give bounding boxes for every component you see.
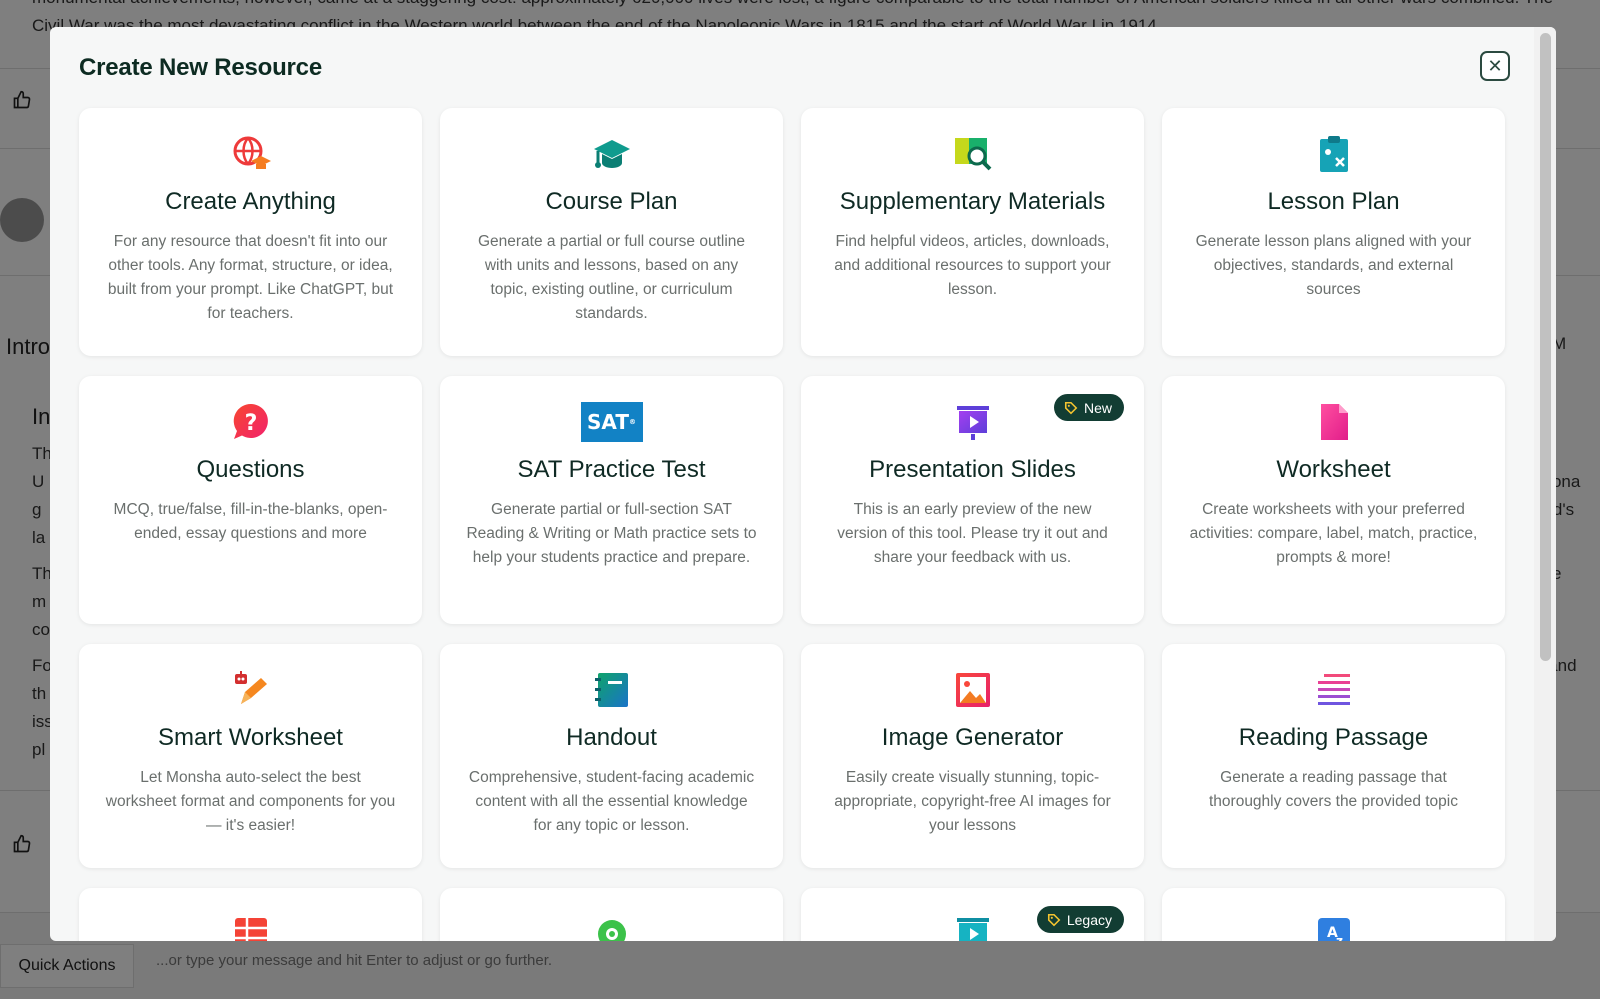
table-icon <box>231 914 271 941</box>
card-title: SAT Practice Test <box>517 456 706 483</box>
question-bubble-icon: ? <box>231 402 271 442</box>
modal-title: Create New Resource <box>79 54 322 81</box>
card-description: Create worksheets with your preferred ac… <box>1189 501 1478 566</box>
sat-logo-icon: SAT ® <box>580 402 643 442</box>
card-table-tool[interactable] <box>79 888 422 941</box>
create-resource-modal: Create New Resource ✕ Create Anything Fo… <box>50 27 1556 941</box>
graduation-cap-icon <box>592 134 632 174</box>
card-description: Generate a reading passage that thorough… <box>1208 769 1458 810</box>
legacy-badge: Legacy <box>1036 906 1124 933</box>
tag-icon <box>1064 401 1078 414</box>
card-description: Let Monsha auto-select the best workshee… <box>105 769 396 834</box>
scrollbar-thumb[interactable] <box>1540 33 1551 661</box>
card-description: Generate partial or full-section SAT Rea… <box>466 501 757 566</box>
card-smart-worksheet[interactable]: Smart Worksheet Let Monsha auto-select t… <box>79 644 422 868</box>
card-title: Questions <box>196 456 305 483</box>
card-handout[interactable]: Handout Comprehensive, student-facing ac… <box>440 644 783 868</box>
card-legacy-slides[interactable]: Legacy <box>801 888 1144 941</box>
card-title: Smart Worksheet <box>158 724 343 751</box>
card-course-plan[interactable]: Course Plan Generate a partial or full c… <box>440 108 783 356</box>
card-description: Easily create visually stunning, topic-a… <box>834 769 1111 834</box>
close-icon: ✕ <box>1487 55 1503 76</box>
card-presentation-slides[interactable]: New Presentation Slides This is an early… <box>801 376 1144 624</box>
card-description: Find helpful videos, articles, downloads… <box>834 233 1111 298</box>
card-lesson-plan[interactable]: Lesson Plan Generate lesson plans aligne… <box>1162 108 1505 356</box>
a-to-z-icon: Az <box>1314 914 1354 941</box>
card-description: Comprehensive, student-facing academic c… <box>468 769 755 834</box>
card-gear-tool[interactable] <box>440 888 783 941</box>
card-title: Supplementary Materials <box>839 188 1106 215</box>
card-description: MCQ, true/false, fill-in-the-blanks, ope… <box>113 501 388 542</box>
card-description: Generate lesson plans aligned with your … <box>1195 233 1472 298</box>
presentation-play-icon <box>953 402 993 442</box>
notebook-icon <box>592 670 632 710</box>
card-questions[interactable]: ? Questions MCQ, true/false, fill-in-the… <box>79 376 422 624</box>
card-title: Presentation Slides <box>869 456 1076 483</box>
svg-text:z: z <box>1336 934 1343 941</box>
card-title: Reading Passage <box>1238 724 1429 751</box>
card-supplementary-materials[interactable]: Supplementary Materials Find helpful vid… <box>801 108 1144 356</box>
gear-icon <box>592 914 632 941</box>
card-title: Lesson Plan <box>1267 188 1400 215</box>
svg-text:?: ? <box>244 411 257 436</box>
card-reading-passage[interactable]: Reading Passage Generate a reading passa… <box>1162 644 1505 868</box>
card-title: Image Generator <box>881 724 1064 751</box>
tag-icon <box>1047 913 1061 926</box>
video-presentation-icon <box>953 914 993 941</box>
card-title: Handout <box>566 724 657 751</box>
card-description: For any resource that doesn't fit into o… <box>107 233 394 322</box>
card-description: This is an early preview of the new vers… <box>837 501 1108 566</box>
card-image-generator[interactable]: Image Generator Easily create visually s… <box>801 644 1144 868</box>
robot-pencil-icon <box>231 670 271 710</box>
close-button[interactable]: ✕ <box>1480 51 1510 81</box>
folder-search-icon <box>953 134 993 174</box>
card-title: Course Plan <box>545 188 678 215</box>
card-create-anything[interactable]: Create Anything For any resource that do… <box>79 108 422 356</box>
image-icon <box>953 670 993 710</box>
globe-graduation-icon <box>231 134 271 174</box>
card-vocabulary-tool[interactable]: Az <box>1162 888 1505 941</box>
document-icon <box>1314 402 1354 442</box>
card-title: Worksheet <box>1276 456 1391 483</box>
clipboard-icon <box>1314 134 1354 174</box>
new-badge: New <box>1053 394 1124 421</box>
text-lines-icon <box>1314 670 1354 710</box>
card-title: Create Anything <box>165 188 336 215</box>
card-description: Generate a partial or full course outlin… <box>477 233 746 322</box>
resource-grid: Create Anything For any resource that do… <box>79 108 1506 941</box>
card-sat-practice-test[interactable]: SAT ® SAT Practice Test Generate partial … <box>440 376 783 624</box>
card-worksheet[interactable]: Worksheet Create worksheets with your pr… <box>1162 376 1505 624</box>
